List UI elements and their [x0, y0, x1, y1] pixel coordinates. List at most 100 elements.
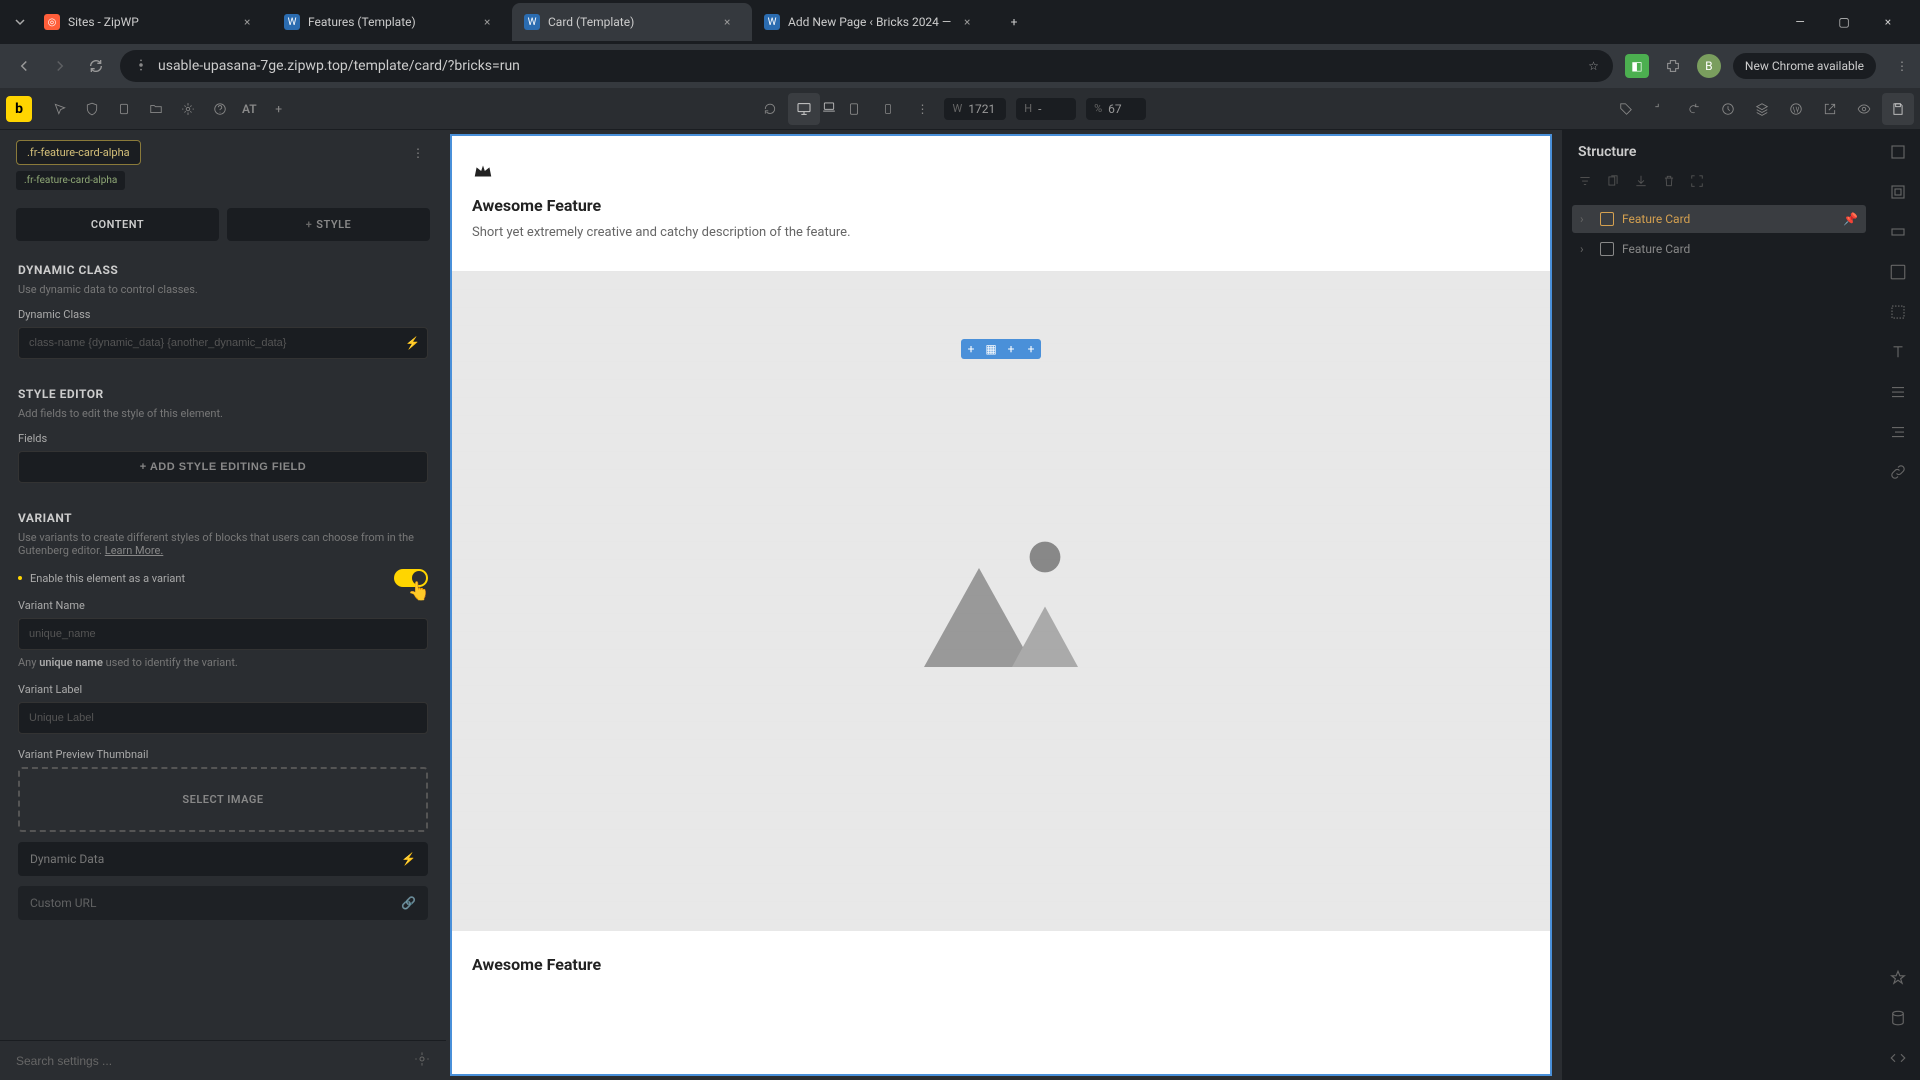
rail-right-align-icon[interactable] [1886, 420, 1910, 444]
browser-tab-0[interactable]: ◎ Sites - ZipWP × [32, 3, 272, 41]
pin-icon[interactable]: 📌 [1843, 212, 1858, 226]
more-breakpoints-icon[interactable]: ⋮ [906, 93, 938, 125]
tab-content[interactable]: CONTENT [16, 208, 219, 241]
rail-section-icon[interactable] [1886, 140, 1910, 164]
site-info-icon[interactable] [134, 58, 148, 75]
browser-tab-1[interactable]: W Features (Template) × [272, 3, 512, 41]
copy-icon[interactable] [1606, 174, 1622, 191]
dynamic-class-input[interactable] [18, 327, 428, 359]
profile-avatar[interactable]: B [1697, 54, 1721, 78]
width-field[interactable]: W 1721 [944, 98, 1006, 120]
back-button[interactable] [12, 54, 36, 78]
custom-url-row[interactable]: Custom URL 🔗 [18, 886, 428, 920]
rail-code-icon[interactable] [1886, 1046, 1910, 1070]
cursor-tool-icon[interactable] [44, 93, 76, 125]
close-button[interactable]: × [1876, 15, 1900, 29]
extensions-menu-icon[interactable] [1661, 54, 1685, 78]
preview-icon[interactable] [1848, 93, 1880, 125]
class-chip[interactable]: .fr-feature-card-alpha [16, 140, 141, 165]
history-icon[interactable] [1712, 93, 1744, 125]
app-logo[interactable]: b [6, 96, 32, 122]
tablet-view-icon[interactable] [838, 93, 870, 125]
rail-text-icon[interactable] [1886, 340, 1910, 364]
chevron-right-icon[interactable]: › [1580, 242, 1592, 256]
save-icon[interactable] [1882, 93, 1914, 125]
tab-close-icon[interactable]: × [964, 15, 980, 29]
class-menu-icon[interactable]: ⋮ [406, 146, 430, 160]
forward-button[interactable] [48, 54, 72, 78]
reload-button[interactable] [84, 54, 108, 78]
zoom-field[interactable]: % 67 [1086, 98, 1146, 120]
section-desc: Use variants to create different styles … [18, 531, 428, 557]
rail-block-icon[interactable] [1886, 220, 1910, 244]
settings-icon[interactable] [172, 93, 204, 125]
expand-icon[interactable] [1690, 174, 1706, 191]
shield-icon[interactable] [76, 93, 108, 125]
sub-class-chip[interactable]: .fr-feature-card-alpha [16, 171, 125, 190]
rail-card-icon[interactable] [1886, 300, 1910, 324]
section-title: DYNAMIC CLASS [18, 263, 428, 277]
browser-tab-3[interactable]: W Add New Page ‹ Bricks 2024 — × [752, 3, 992, 41]
feature-card-2[interactable]: Awesome Feature [452, 931, 1550, 1008]
undo-icon[interactable] [1644, 93, 1676, 125]
mobile-view-icon[interactable] [872, 93, 904, 125]
wordpress-icon[interactable] [1780, 93, 1812, 125]
rail-link-icon[interactable] [1886, 460, 1910, 484]
dynamic-data-row[interactable]: Dynamic Data ⚡ [18, 842, 428, 876]
placeholder-image[interactable] [452, 271, 1550, 931]
height-field[interactable]: H - [1016, 98, 1076, 120]
tabs-dropdown-icon[interactable] [8, 10, 32, 34]
rail-div-icon[interactable] [1886, 260, 1910, 284]
chevron-right-icon[interactable]: › [1580, 212, 1592, 226]
action-add-icon[interactable]: + [961, 339, 981, 359]
add-style-field-button[interactable]: + ADD STYLE EDITING FIELD [18, 451, 428, 483]
download-icon[interactable] [1634, 174, 1650, 191]
clipboard-icon[interactable] [108, 93, 140, 125]
variant-label-input[interactable] [18, 702, 428, 734]
rail-db-icon[interactable] [1886, 1006, 1910, 1030]
tab-close-icon[interactable]: × [484, 15, 500, 29]
browser-menu-icon[interactable]: ⋮ [1896, 59, 1908, 73]
select-image-button[interactable]: SELECT IMAGE [18, 767, 428, 832]
rail-container-icon[interactable] [1886, 180, 1910, 204]
filter-icon[interactable] [1578, 174, 1594, 191]
add-icon[interactable]: + [263, 93, 295, 125]
tab-close-icon[interactable]: × [244, 15, 260, 29]
variant-name-input[interactable] [18, 618, 428, 650]
tab-close-icon[interactable]: × [724, 15, 740, 29]
tag-icon[interactable] [1610, 93, 1642, 125]
action-duplicate-icon[interactable]: ▦ [981, 339, 1001, 359]
tree-item-feature-card-1[interactable]: › Feature Card 📌 [1572, 205, 1866, 233]
at-label[interactable]: AT [242, 102, 257, 116]
folder-icon[interactable] [140, 93, 172, 125]
redo-icon[interactable] [1678, 93, 1710, 125]
desktop-view-icon[interactable] [788, 93, 820, 125]
refresh-canvas-icon[interactable] [754, 93, 786, 125]
search-settings-input[interactable] [16, 1054, 414, 1068]
rail-star-icon[interactable] [1886, 966, 1910, 990]
laptop-view-icon[interactable] [822, 100, 836, 117]
tree-item-feature-card-2[interactable]: › Feature Card [1572, 235, 1866, 263]
url-bar[interactable]: usable-upasana-7ge.zipwp.top/template/ca… [120, 50, 1613, 82]
action-extra-icon[interactable]: + [1021, 339, 1041, 359]
bookmark-icon[interactable]: ☆ [1588, 59, 1599, 73]
bolt-icon[interactable]: ⚡ [405, 336, 420, 350]
learn-more-link[interactable]: Learn More. [105, 544, 164, 557]
layers-icon[interactable] [1746, 93, 1778, 125]
new-tab-button[interactable]: + [1000, 8, 1028, 36]
maximize-button[interactable]: ▢ [1832, 15, 1856, 29]
rail-list-icon[interactable] [1886, 380, 1910, 404]
canvas[interactable]: Awesome Feature Short yet extremely crea… [450, 134, 1552, 1076]
external-link-icon[interactable] [1814, 93, 1846, 125]
settings-gear-icon[interactable] [414, 1051, 430, 1070]
help-icon[interactable] [204, 93, 236, 125]
action-plus-icon[interactable]: + [1001, 339, 1021, 359]
update-chrome-button[interactable]: New Chrome available [1733, 53, 1876, 79]
trash-icon[interactable] [1662, 174, 1678, 191]
extension-icon[interactable]: ◧ [1625, 54, 1649, 78]
feature-card-1[interactable]: Awesome Feature Short yet extremely crea… [452, 136, 1550, 271]
minimize-button[interactable]: — [1788, 15, 1812, 29]
enable-variant-toggle[interactable]: 👆 [394, 569, 428, 587]
tab-style[interactable]: +STYLE [227, 208, 430, 241]
browser-tab-2[interactable]: W Card (Template) × [512, 3, 752, 41]
